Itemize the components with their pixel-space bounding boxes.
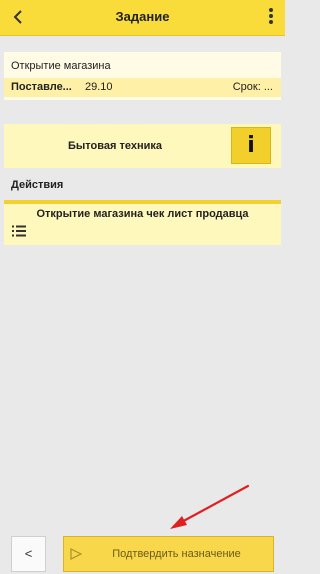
task-date: 29.10 [85, 81, 113, 93]
category-card: Бытовая техника i [4, 124, 281, 168]
task-card[interactable]: Открытие магазина Поставле... 29.10 Срок… [4, 52, 281, 100]
more-vertical-icon[interactable] [267, 7, 275, 27]
action-item-title: Открытие магазина чек лист продавца [36, 208, 249, 220]
task-title: Открытие магазина [11, 60, 111, 72]
list-icon [12, 225, 26, 237]
confirm-assignment-button[interactable]: Подтвердить назначение [63, 536, 274, 572]
top-app-bar: Задание [0, 0, 285, 36]
task-supplier: Поставле... [11, 81, 72, 93]
action-item[interactable]: Открытие магазина чек лист продавца [4, 200, 281, 245]
actions-section-title: Действия [11, 179, 64, 191]
category-label: Бытовая техника [68, 140, 162, 152]
annotation-arrow-icon [170, 484, 250, 529]
info-button[interactable]: i [231, 127, 271, 164]
task-meta-row: Поставле... 29.10 Срок: ... [4, 78, 281, 97]
info-icon: i [247, 133, 255, 158]
page-title: Задание [115, 9, 170, 24]
confirm-assignment-label: Подтвердить назначение [112, 548, 241, 560]
task-deadline: Срок: ... [232, 81, 273, 93]
footer-back-button[interactable]: < [11, 536, 46, 572]
